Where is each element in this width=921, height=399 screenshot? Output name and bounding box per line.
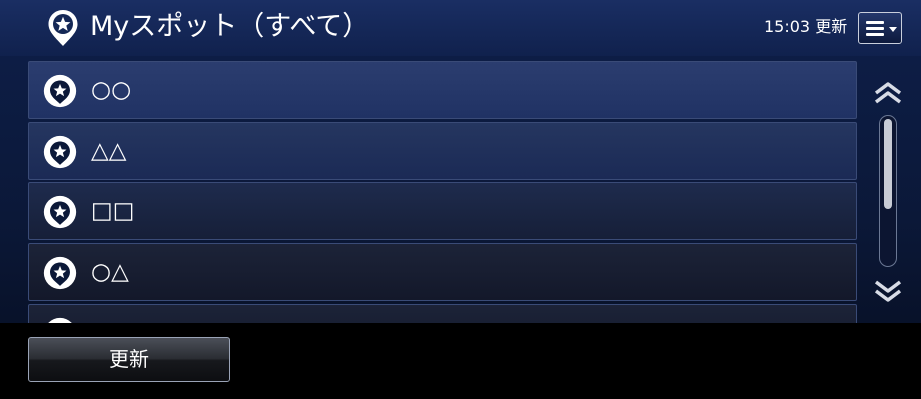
spot-list-item[interactable]: △△ xyxy=(28,122,857,180)
double-chevron-up-icon[interactable] xyxy=(872,80,904,106)
menu-button[interactable] xyxy=(858,12,902,44)
spot-name: △△ xyxy=(91,138,127,164)
spot-list-item[interactable]: ○○ xyxy=(28,61,857,119)
spot-pin-star-icon xyxy=(41,72,79,110)
spot-name: ○△ xyxy=(91,259,129,285)
scrollbar-track[interactable] xyxy=(879,115,897,267)
refresh-button[interactable]: 更新 xyxy=(28,337,230,382)
spot-list-item[interactable]: ○△ xyxy=(28,243,857,301)
caret-down-icon xyxy=(889,27,897,32)
menu-list-icon xyxy=(866,21,884,36)
double-chevron-down-icon[interactable] xyxy=(872,278,904,304)
spot-pin-star-icon xyxy=(41,315,79,323)
spot-name: ○○ xyxy=(91,77,132,103)
header-bar: Myスポット（すべて） 15:03 更新 xyxy=(0,0,921,56)
spot-pin-star-icon xyxy=(41,193,79,231)
spot-pin-star-icon xyxy=(46,8,80,48)
spot-list-item-partial[interactable] xyxy=(28,304,857,323)
page-title: Myスポット（すべて） xyxy=(90,11,370,42)
update-timestamp: 15:03 更新 xyxy=(764,17,848,36)
spot-list: ○○ △△ □□ ○△ xyxy=(28,61,857,323)
scrollbar-thumb[interactable] xyxy=(884,119,892,209)
spot-pin-star-icon xyxy=(41,133,79,171)
spot-pin-star-icon xyxy=(41,254,79,292)
spot-list-item[interactable]: □□ xyxy=(28,182,857,240)
spot-name: □□ xyxy=(91,198,135,224)
